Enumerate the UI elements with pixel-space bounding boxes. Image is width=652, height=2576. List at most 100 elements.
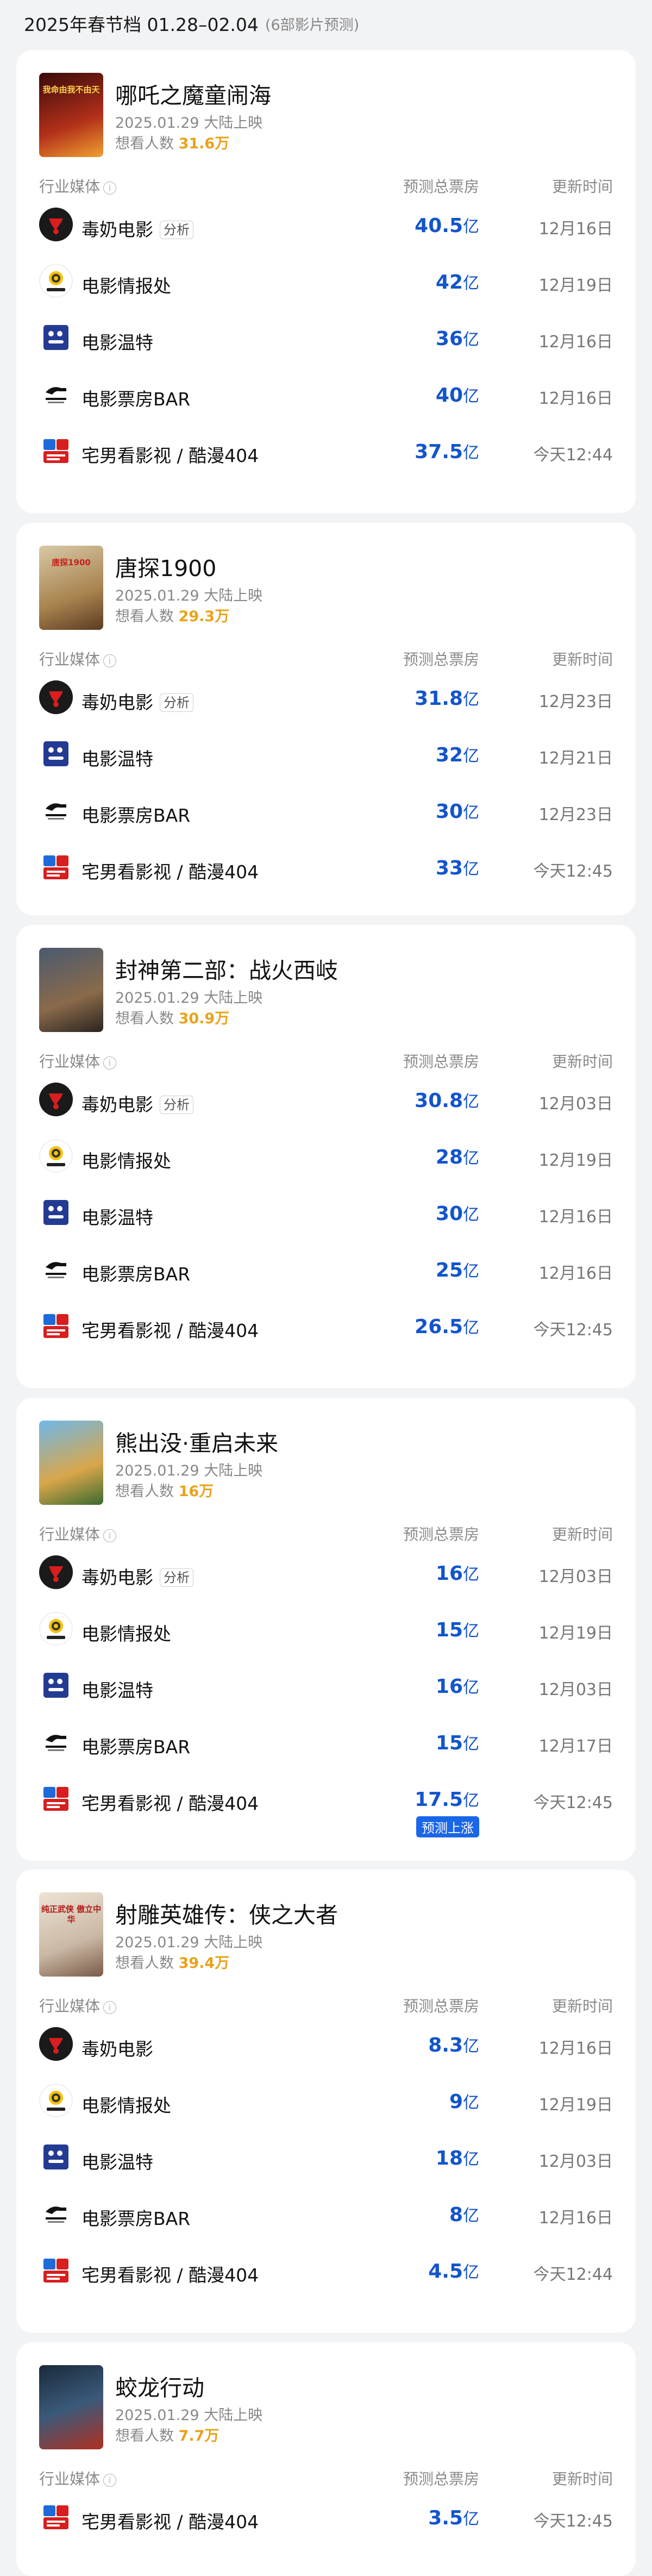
wente-logo-icon — [39, 321, 73, 354]
analysis-tag-button[interactable]: 分析 — [160, 221, 193, 239]
movie-poster[interactable] — [39, 2365, 103, 2449]
want-label: 想看人数 — [115, 1010, 174, 1027]
box-office-value: 4.5亿 — [428, 2259, 479, 2283]
box-office-value: 31.8亿 — [415, 686, 479, 710]
media-name: 电影温特 — [82, 2148, 153, 2174]
value-unit: 亿 — [463, 2150, 479, 2169]
table-row[interactable]: 宅男看影视 / 酷漫404 3.5亿 今天12:45 — [39, 2483, 613, 2539]
duonai-logo-icon — [39, 2027, 73, 2061]
movie-header[interactable]: 我命由我不由天 哪吒之魔童闹海 2025.01.29 大陆上映 想看人数 31.6万 — [39, 73, 636, 165]
table-row[interactable]: 电影情报处 28亿 12月19日 — [39, 1122, 613, 1178]
update-time: 12月19日 — [538, 2096, 613, 2115]
table-row[interactable]: 电影温特 18亿 12月03日 — [39, 2123, 613, 2179]
analysis-tag-button[interactable]: 分析 — [160, 1096, 193, 1114]
want-to-see: 想看人数 29.3万 — [115, 604, 229, 626]
box-office-value: 9亿 — [449, 2089, 479, 2113]
table-row[interactable]: 宅男看影视 / 酷漫404 26.5亿 今天12:45 — [39, 1291, 613, 1348]
bar-logo-icon — [39, 793, 73, 827]
box-office-value: 30亿 — [436, 799, 479, 823]
media-name-text: 电影温特 — [82, 1680, 153, 1701]
media-name-text: 电影情报处 — [82, 1623, 171, 1645]
table-row[interactable]: 电影票房BAR 30亿 12月23日 — [39, 776, 613, 833]
movie-header[interactable]: 纯正武侠 傲立中华 射雕英雄传：侠之大者 2025.01.29 大陆上映 想看人数 3… — [39, 1892, 636, 1985]
movie-header[interactable]: 熊出没·重启未来 2025.01.29 大陆上映 想看人数 16万 — [39, 1421, 636, 1513]
want-to-see: 想看人数 31.6万 — [115, 132, 229, 153]
table-row[interactable]: 电影票房BAR 8亿 12月16日 — [39, 2179, 613, 2236]
value-unit: 亿 — [463, 690, 479, 709]
release-date: 2025.01.29 大陆上映 — [115, 1462, 263, 1479]
table-row[interactable]: 宅男看影视 / 酷漫404 17.5亿 今天12:45 预测上涨 — [39, 1764, 613, 1837]
wente-logo-icon — [39, 2140, 73, 2174]
table-row[interactable]: 电影情报处 15亿 12月19日 — [39, 1595, 613, 1651]
want-count: 29.3万 — [178, 608, 230, 625]
update-time: 今天12:44 — [533, 2265, 613, 2284]
movie-title[interactable]: 射雕英雄传：侠之大者 — [115, 1897, 338, 1929]
movie-poster[interactable]: 我命由我不由天 — [39, 73, 103, 157]
movie-poster[interactable]: 唐探1900 — [39, 546, 103, 630]
value-unit: 亿 — [463, 2206, 479, 2225]
movie-title[interactable]: 封神第二部：战火西岐 — [115, 952, 338, 985]
box-office-value: 17.5亿 — [415, 1787, 479, 1811]
table-row[interactable]: 电影温特 32亿 12月21日 — [39, 720, 613, 776]
table-row[interactable]: 宅男看影视 / 酷漫404 37.5亿 今天12:44 — [39, 416, 613, 473]
table-row[interactable]: 毒奶电影 分析 31.8亿 12月23日 — [39, 663, 613, 720]
table-row[interactable]: 电影温特 16亿 12月03日 — [39, 1651, 613, 1708]
media-name-text: 毒奶电影 — [82, 219, 153, 240]
movie-poster[interactable] — [39, 948, 103, 1032]
value-number: 26.5 — [415, 1316, 463, 1338]
movie-poster[interactable] — [39, 1421, 103, 1505]
update-time: 今天12:45 — [533, 1321, 613, 1340]
season-subtitle: (6部影片预测) — [265, 16, 360, 34]
value-unit: 亿 — [463, 1622, 479, 1641]
media-name: 电影票房BAR — [82, 801, 190, 827]
value-number: 4.5 — [428, 2260, 463, 2283]
table-row[interactable]: 电影票房BAR 25亿 12月16日 — [39, 1235, 613, 1291]
want-count: 39.4万 — [178, 1955, 230, 1972]
update-time: 12月16日 — [538, 1208, 613, 1227]
table-row[interactable]: 毒奶电影 分析 30.8亿 12月03日 — [39, 1065, 613, 1122]
table-row[interactable]: 电影温特 30亿 12月16日 — [39, 1178, 613, 1235]
value-number: 18 — [435, 2147, 463, 2169]
value-unit: 亿 — [463, 2263, 479, 2282]
value-number: 40.5 — [415, 215, 463, 237]
table-row[interactable]: 电影情报处 42亿 12月19日 — [39, 247, 613, 303]
movie-header[interactable]: 蛟龙行动 2025.01.29 大陆上映 想看人数 7.7万 — [39, 2365, 636, 2458]
movie-title[interactable]: 熊出没·重启未来 — [115, 1425, 278, 1458]
value-number: 37.5 — [415, 441, 463, 463]
media-name: 电影票房BAR — [82, 1733, 190, 1759]
update-time: 12月16日 — [538, 220, 613, 239]
zhai-logo-icon — [39, 1781, 73, 1815]
table-row[interactable]: 电影温特 36亿 12月16日 — [39, 303, 613, 360]
box-office-value: 3.5亿 — [428, 2505, 479, 2529]
value-unit: 亿 — [463, 274, 479, 293]
box-office-value: 16亿 — [436, 1561, 479, 1585]
media-name-text: 宅男看影视 / 酷漫404 — [82, 861, 259, 883]
analysis-tag-button[interactable]: 分析 — [160, 1568, 193, 1587]
media-name: 宅男看影视 / 酷漫404 — [82, 1789, 259, 1815]
media-name-text: 电影温特 — [82, 332, 153, 353]
movie-title[interactable]: 唐探1900 — [115, 550, 216, 583]
media-name: 毒奶电影 分析 — [82, 1090, 193, 1116]
box-office-value: 40.5亿 — [415, 213, 479, 237]
analysis-tag-button[interactable]: 分析 — [160, 693, 193, 712]
table-row[interactable]: 毒奶电影 8.3亿 12月16日 — [39, 2010, 613, 2066]
table-row[interactable]: 宅男看影视 / 酷漫404 4.5亿 今天12:44 — [39, 2236, 613, 2292]
movie-header[interactable]: 封神第二部：战火西岐 2025.01.29 大陆上映 想看人数 30.9万 — [39, 948, 636, 1040]
table-row[interactable]: 电影情报处 9亿 12月19日 — [39, 2066, 613, 2123]
value-number: 40 — [435, 384, 463, 407]
table-row[interactable]: 宅男看影视 / 酷漫404 33亿 今天12:45 — [39, 833, 613, 889]
media-name-text: 宅男看影视 / 酷漫404 — [82, 1793, 259, 1814]
want-to-see: 想看人数 30.9万 — [115, 1006, 229, 1028]
value-number: 16 — [435, 1675, 463, 1698]
movie-title[interactable]: 蛟龙行动 — [115, 2369, 204, 2402]
movie-title[interactable]: 哪吒之魔童闹海 — [115, 77, 271, 110]
table-row[interactable]: 毒奶电影 分析 16亿 12月03日 — [39, 1538, 613, 1595]
movie-header[interactable]: 唐探1900 唐探1900 2025.01.29 大陆上映 想看人数 29.3万 — [39, 546, 636, 638]
update-time: 今天12:44 — [533, 446, 613, 465]
value-unit: 亿 — [463, 2510, 479, 2529]
movie-poster[interactable]: 纯正武侠 傲立中华 — [39, 1892, 103, 1977]
value-unit: 亿 — [463, 330, 479, 349]
table-row[interactable]: 毒奶电影 分析 40.5亿 12月16日 — [39, 190, 613, 247]
table-row[interactable]: 电影票房BAR 15亿 12月17日 — [39, 1708, 613, 1764]
table-row[interactable]: 电影票房BAR 40亿 12月16日 — [39, 360, 613, 416]
